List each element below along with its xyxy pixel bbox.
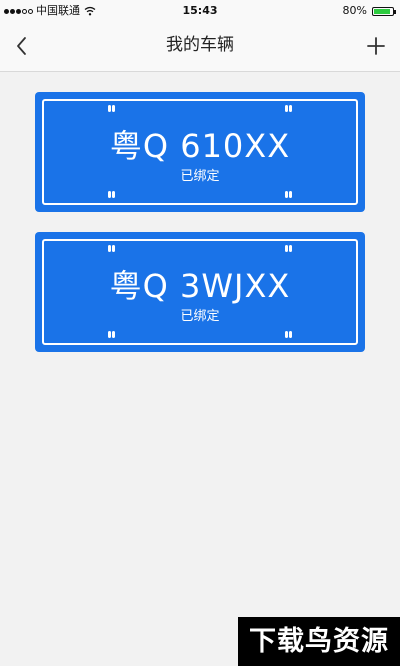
header: 中国联通 15:43 80% 我的车辆 [0,0,400,72]
rivet-icon [285,331,292,338]
rivet-icon [285,191,292,198]
binding-status: 已绑定 [180,309,220,324]
rivet-icon [285,105,292,112]
vehicle-plate-card[interactable]: 粤Q 3WJXX 已绑定 [35,232,365,352]
page-title: 我的车辆 [166,35,234,55]
rivet-icon [108,105,115,112]
binding-status: 已绑定 [180,169,220,184]
add-vehicle-button[interactable] [360,28,392,64]
plus-icon [367,37,385,55]
rivet-icon [285,245,292,252]
status-bar: 中国联通 15:43 80% [0,0,400,22]
plate-number: 粤Q 3WJXX [109,267,291,305]
rivet-icon [108,331,115,338]
plate-number: 粤Q 610XX [109,127,291,165]
rivet-icon [108,245,115,252]
navigation-bar: 我的车辆 [0,22,400,70]
battery-percentage: 80% [342,4,367,17]
battery-group: 80% [342,0,396,22]
watermark-logo: 下载鸟资源 [238,617,400,666]
rivet-icon [108,191,115,198]
battery-icon [372,6,396,16]
vehicle-plate-card[interactable]: 粤Q 610XX 已绑定 [35,92,365,212]
status-time: 15:43 [182,4,218,17]
